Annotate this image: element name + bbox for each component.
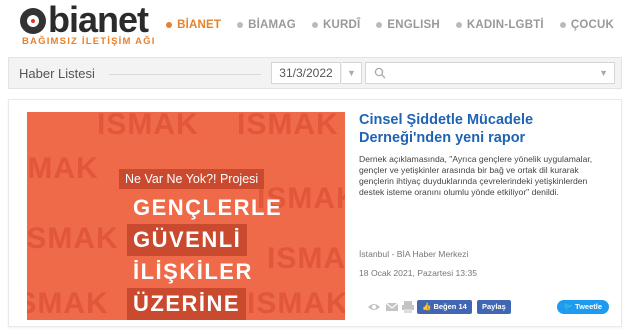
logo-mark-icon xyxy=(20,8,46,34)
date-dropdown-caret-icon[interactable]: ▼ xyxy=(342,62,362,84)
bullet-icon xyxy=(166,22,173,28)
nav-item-kadin-lgbti[interactable]: KADIN-LGBTİ xyxy=(455,19,544,31)
site-header: bianet BAĞIMSIZ İLETİŞİM AĞI BİANET BİAM… xyxy=(0,0,630,50)
image-headline-line: GENÇLERLE xyxy=(133,195,283,220)
article-text: Cinsel Şiddetle Mücadele Derneği'nden ye… xyxy=(359,111,609,198)
nav-item-label: BİAMAG xyxy=(248,19,296,31)
divider xyxy=(109,74,261,75)
project-label: Ne Var Ne Yok?! Projesi xyxy=(119,169,265,189)
nav-item-label: ENGLISH xyxy=(387,19,440,31)
facebook-like-button[interactable]: 👍 Beğen 14 xyxy=(417,300,472,314)
search-icon xyxy=(374,67,386,79)
bianet-logo[interactable]: bianet BAĞIMSIZ İLETİŞİM AĞI xyxy=(18,0,178,48)
search-input[interactable] xyxy=(392,65,582,81)
search-box[interactable]: ▼ xyxy=(365,62,615,84)
facebook-share-button[interactable]: Paylaş xyxy=(477,300,511,314)
article-location: İstanbul - BİA Haber Merkezi xyxy=(359,249,469,259)
eye-icon[interactable] xyxy=(367,301,381,313)
article-date: 18 Ocak 2021, Pazartesi 13:35 xyxy=(359,268,478,278)
like-label: Beğen 14 xyxy=(433,302,467,311)
nav-item-cocuk[interactable]: ÇOCUK xyxy=(559,19,614,31)
logo-wordmark: bianet xyxy=(48,0,149,40)
print-icon[interactable] xyxy=(401,301,415,313)
article-actions: 👍 Beğen 14 Paylaş 🐦 Tweetle xyxy=(359,299,609,317)
bg-word: ISMAK xyxy=(97,112,199,141)
image-headline-line: GÜVENLİ xyxy=(127,224,248,256)
twitter-bird-icon: 🐦 xyxy=(563,302,576,311)
nav-item-biamag[interactable]: BİAMAG xyxy=(237,19,296,31)
bg-word: ISMAK xyxy=(247,287,345,320)
bg-word: ISMAK xyxy=(27,222,119,255)
article-image[interactable]: ISMAK ISMAK ISMAK ISMAK ISMAK ISMAK ISMA… xyxy=(27,112,345,320)
bg-word: ISMAK xyxy=(267,242,345,275)
nav-item-bianet[interactable]: BİANET xyxy=(166,19,221,31)
tweet-label: Tweetle xyxy=(575,302,602,311)
image-headline-line: İLİŞKİLER xyxy=(133,259,253,284)
date-select[interactable]: 31/3/2022 xyxy=(271,62,341,84)
tweet-button[interactable]: 🐦 Tweetle xyxy=(556,300,609,314)
bullet-icon xyxy=(237,22,244,28)
bg-word: ISMAK xyxy=(27,152,99,185)
list-title: Haber Listesi xyxy=(19,66,95,81)
news-list-bar: Haber Listesi 31/3/2022 ▼ ▼ xyxy=(8,57,622,89)
main-nav: BİANET BİAMAG KURDÎ ENGLISH KADIN-LGBTİ … xyxy=(166,19,614,31)
thumbs-up-icon: 👍 xyxy=(422,302,434,311)
article-title[interactable]: Cinsel Şiddetle Mücadele Derneği'nden ye… xyxy=(359,111,609,147)
nav-item-label: ÇOCUK xyxy=(570,19,614,31)
bullet-icon xyxy=(455,22,462,28)
article-card: ISMAK ISMAK ISMAK ISMAK ISMAK ISMAK ISMA… xyxy=(8,99,622,327)
bg-word: ISMAK xyxy=(237,112,339,141)
bullet-icon xyxy=(559,22,566,28)
mail-icon[interactable] xyxy=(385,301,399,313)
nav-item-label: KADIN-LGBTİ xyxy=(466,19,544,31)
nav-item-label: KURDÎ xyxy=(322,19,361,31)
nav-item-kurdi[interactable]: KURDÎ xyxy=(311,19,361,31)
logo-tagline: BAĞIMSIZ İLETİŞİM AĞI xyxy=(22,36,156,47)
bullet-icon xyxy=(376,22,383,28)
article-summary: Dernek açıklamasında, "Ayrıca gençlere y… xyxy=(359,154,593,197)
nav-item-label: BİANET xyxy=(177,19,222,31)
image-headline-line: ÜZERİNE xyxy=(127,288,247,320)
search-dropdown-caret-icon[interactable]: ▼ xyxy=(599,63,608,83)
bullet-icon xyxy=(311,22,318,28)
bg-word: ISMAK xyxy=(27,287,109,320)
nav-item-english[interactable]: ENGLISH xyxy=(376,19,440,31)
